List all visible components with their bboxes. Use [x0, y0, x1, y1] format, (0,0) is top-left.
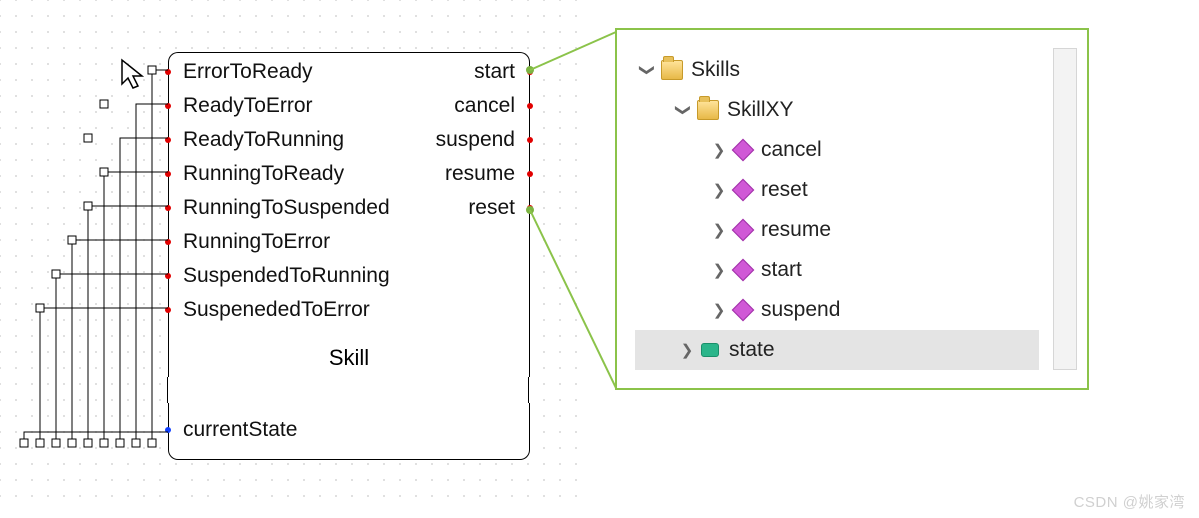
input-port[interactable]: SuspendedToRunning: [169, 259, 529, 293]
input-port[interactable]: SuspenededToError: [169, 293, 529, 327]
tree-label: state: [729, 338, 775, 362]
tree-view[interactable]: Skills SkillXY cancel reset resume start: [635, 50, 1087, 388]
folder-icon: [661, 60, 683, 80]
tree-label: start: [761, 258, 802, 282]
chevron-right-icon[interactable]: [679, 341, 695, 359]
folder-icon: [697, 100, 719, 120]
tree-node-method[interactable]: suspend: [635, 290, 1087, 330]
output-port[interactable]: suspend: [169, 123, 529, 157]
port-label: currentState: [183, 418, 297, 442]
callout-connector: [520, 30, 630, 390]
output-port[interactable]: reset: [169, 191, 529, 225]
port-label: suspend: [436, 128, 515, 152]
tree-label: cancel: [761, 138, 822, 162]
tree-label: SkillXY: [727, 98, 794, 122]
method-icon: [732, 299, 755, 322]
state-port[interactable]: currentState: [169, 413, 529, 447]
output-port[interactable]: cancel: [169, 89, 529, 123]
chevron-down-icon[interactable]: [675, 101, 691, 119]
tree-panel: Skills SkillXY cancel reset resume start: [615, 28, 1089, 390]
skill-block[interactable]: ErrorToReady ReadyToError ReadyToRunning…: [168, 52, 528, 460]
block-title: Skill: [169, 345, 529, 371]
port-label: SuspendedToRunning: [183, 264, 390, 288]
skill-block-body: ErrorToReady ReadyToError ReadyToRunning…: [168, 52, 530, 377]
variable-icon: [701, 343, 719, 357]
tree-label: suspend: [761, 298, 840, 322]
chevron-down-icon[interactable]: [639, 61, 655, 79]
tree-node-state[interactable]: state: [635, 330, 1039, 370]
tree-label: resume: [761, 218, 831, 242]
port-label: SuspenededToError: [183, 298, 370, 322]
port-label: start: [474, 60, 515, 84]
port-label: reset: [468, 196, 515, 220]
tree-label: reset: [761, 178, 808, 202]
method-icon: [732, 219, 755, 242]
port-label: RunningToError: [183, 230, 330, 254]
method-icon: [732, 139, 755, 162]
chevron-right-icon[interactable]: [711, 221, 727, 239]
watermark: CSDN @姚家湾: [1074, 491, 1185, 512]
chevron-right-icon[interactable]: [711, 181, 727, 199]
tree-label: Skills: [691, 58, 740, 82]
tree-node-skillxy[interactable]: SkillXY: [635, 90, 1087, 130]
port-label: resume: [445, 162, 515, 186]
block-waist: [168, 377, 528, 403]
skill-block-footer: currentState: [168, 403, 530, 460]
chevron-right-icon[interactable]: [711, 261, 727, 279]
output-port[interactable]: resume: [169, 157, 529, 191]
method-icon: [732, 179, 755, 202]
chevron-right-icon[interactable]: [711, 141, 727, 159]
tree-node-skills[interactable]: Skills: [635, 50, 1087, 90]
tree-node-method[interactable]: cancel: [635, 130, 1087, 170]
input-port[interactable]: RunningToError: [169, 225, 529, 259]
chevron-right-icon[interactable]: [711, 301, 727, 319]
tree-node-method[interactable]: resume: [635, 210, 1087, 250]
output-port[interactable]: start: [169, 55, 529, 89]
port-label: cancel: [454, 94, 515, 118]
cursor-icon: [120, 58, 148, 90]
method-icon: [732, 259, 755, 282]
tree-node-method[interactable]: start: [635, 250, 1087, 290]
tree-node-method[interactable]: reset: [635, 170, 1087, 210]
